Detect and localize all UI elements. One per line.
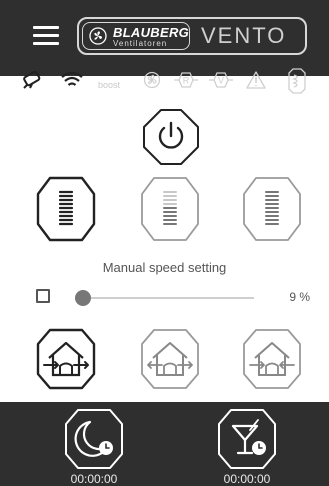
ventilation-status-icon: V bbox=[209, 72, 233, 88]
filter-status-icon bbox=[288, 68, 306, 94]
speed-3-button[interactable] bbox=[242, 176, 302, 242]
device-connection-icon bbox=[23, 70, 41, 89]
party-mode-timer-button[interactable] bbox=[217, 408, 277, 470]
regeneration-status-icon: R bbox=[174, 72, 198, 88]
product-name: VENTO bbox=[201, 23, 287, 48]
speed-slider-track[interactable] bbox=[84, 297, 254, 299]
speed-1-button[interactable] bbox=[36, 176, 96, 242]
night-timer-value: 00:00:00 bbox=[70, 472, 118, 486]
mode-regeneration-button[interactable] bbox=[140, 328, 200, 390]
manual-speed-label: Manual speed setting bbox=[102, 260, 227, 275]
mode-supply-button[interactable] bbox=[242, 328, 302, 390]
speed-value: 9 % bbox=[289, 290, 310, 304]
svg-text:R: R bbox=[183, 76, 190, 86]
power-button[interactable] bbox=[142, 108, 200, 166]
blauberg-logo: BLAUBERG Ventilatoren bbox=[82, 22, 190, 50]
brand-logo-frame: BLAUBERG Ventilatoren VENTO bbox=[77, 17, 307, 55]
top-bar: BLAUBERG Ventilatoren VENTO bbox=[0, 0, 329, 76]
brand-name: BLAUBERG bbox=[113, 25, 190, 40]
manual-speed-checkbox[interactable] bbox=[36, 289, 50, 303]
boost-indicator: boost bbox=[98, 80, 121, 90]
night-mode-timer-button[interactable] bbox=[64, 408, 124, 470]
warning-icon bbox=[246, 71, 266, 89]
speed-slider-thumb[interactable] bbox=[75, 290, 91, 306]
wifi-icon bbox=[61, 71, 83, 86]
fan-status-icon bbox=[143, 71, 161, 89]
speed-2-button[interactable] bbox=[140, 176, 200, 242]
party-timer-value: 00:00:00 bbox=[223, 472, 271, 486]
brand-subtitle: Ventilatoren bbox=[113, 39, 168, 48]
svg-text:V: V bbox=[218, 76, 224, 86]
hamburger-menu-icon[interactable] bbox=[33, 26, 59, 46]
fan-logo-icon bbox=[89, 27, 107, 45]
mode-ventilation-button[interactable] bbox=[36, 328, 96, 390]
